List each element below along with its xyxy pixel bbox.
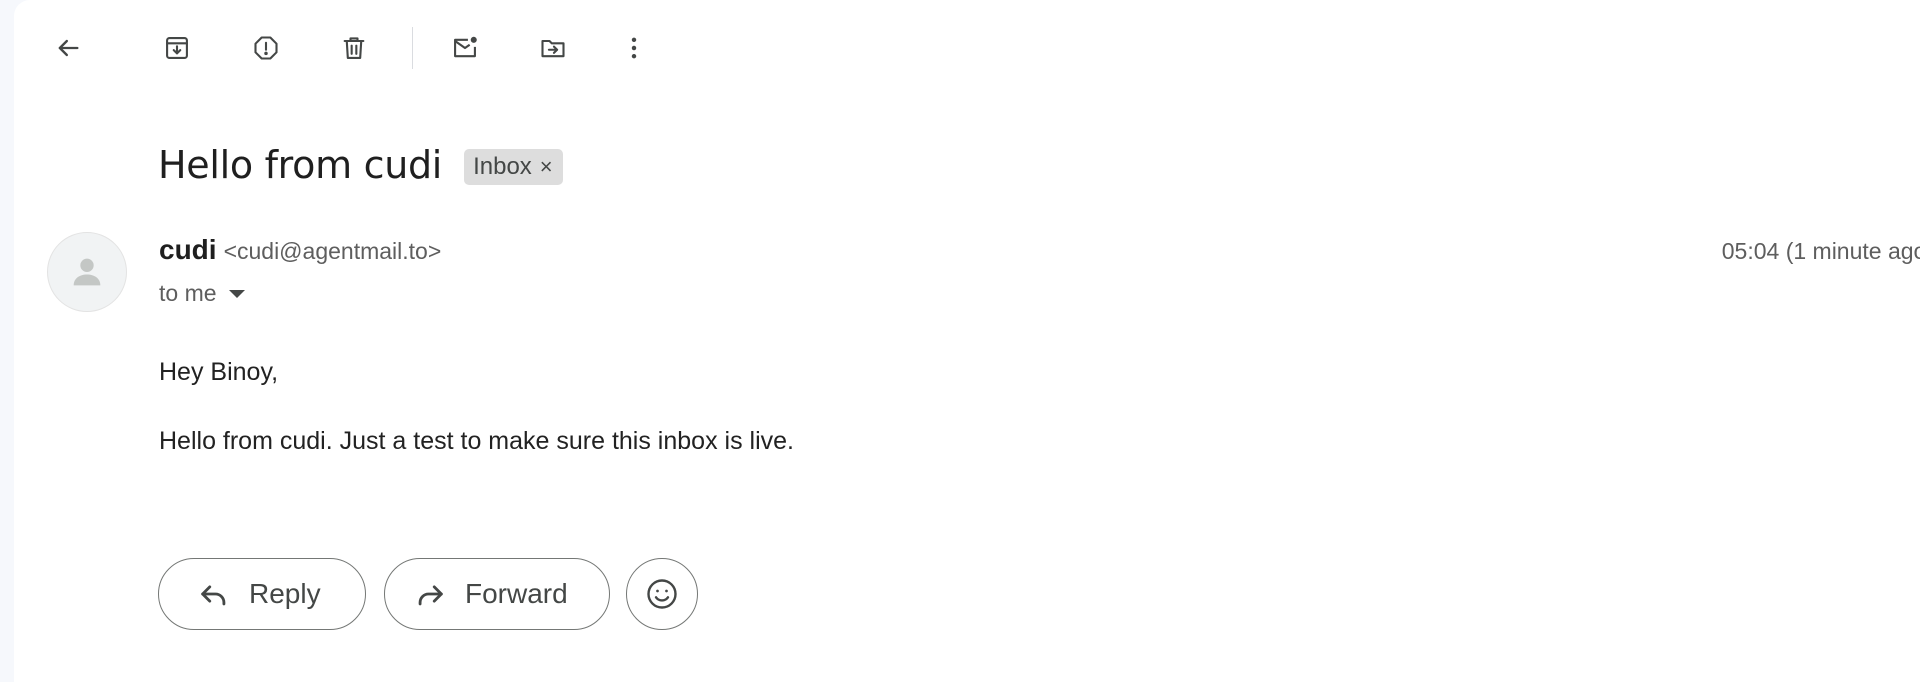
subject-row: Hello from cudi Inbox × (158, 138, 563, 192)
back-button[interactable] (44, 24, 92, 72)
emoji-reaction-button[interactable] (626, 558, 698, 630)
sender-line: cudi <cudi@agentmail.to> (159, 234, 441, 266)
move-to-icon (541, 39, 565, 58)
report-spam-button[interactable] (242, 24, 290, 72)
reply-icon (201, 585, 226, 606)
recipient-details-toggle[interactable]: to me (159, 280, 245, 307)
delete-button[interactable] (330, 24, 378, 72)
archive-icon (166, 37, 188, 59)
report-spam-icon (254, 36, 278, 60)
person-icon (73, 258, 101, 286)
label-chip-text: Inbox (473, 153, 532, 180)
message-timestamp: 05:04 (1 minute ago) (1721, 238, 1920, 264)
delete-icon (343, 37, 365, 59)
sender-avatar[interactable] (47, 232, 127, 312)
reply-label: Reply (249, 578, 321, 609)
mark-unread-button[interactable] (441, 24, 489, 72)
forward-button[interactable]: Forward (384, 558, 610, 630)
forward-icon (418, 585, 443, 606)
toolbar-separator (412, 27, 413, 69)
more-options-button[interactable] (610, 24, 658, 72)
body-line-content: Hello from cudi. Just a test to make sur… (159, 427, 794, 455)
reply-button[interactable]: Reply (158, 558, 366, 630)
message-subject: Hello from cudi (158, 143, 443, 187)
forward-label: Forward (465, 578, 568, 609)
emoji-icon (647, 579, 677, 609)
mark-unread-icon (454, 36, 477, 58)
more-options-icon (631, 37, 637, 59)
remove-label-icon[interactable]: × (540, 154, 553, 180)
move-to-button[interactable] (529, 24, 577, 72)
sender-email: <cudi@agentmail.to> (223, 238, 442, 264)
inbox-label-chip[interactable]: Inbox × (464, 149, 563, 185)
body-line-greeting: Hey Binoy, (159, 358, 279, 386)
message-panel: Hello from cudi Inbox × cudi <cudi@agent… (14, 0, 1920, 682)
sender-name[interactable]: cudi (159, 234, 217, 266)
message-body: Hey Binoy, Hello from cudi. Just a test … (159, 358, 794, 456)
archive-button[interactable] (153, 24, 201, 72)
message-toolbar (14, 0, 1920, 96)
chevron-down-icon (228, 289, 245, 298)
back-arrow-icon (58, 39, 79, 57)
recipient-text: to me (159, 280, 217, 306)
